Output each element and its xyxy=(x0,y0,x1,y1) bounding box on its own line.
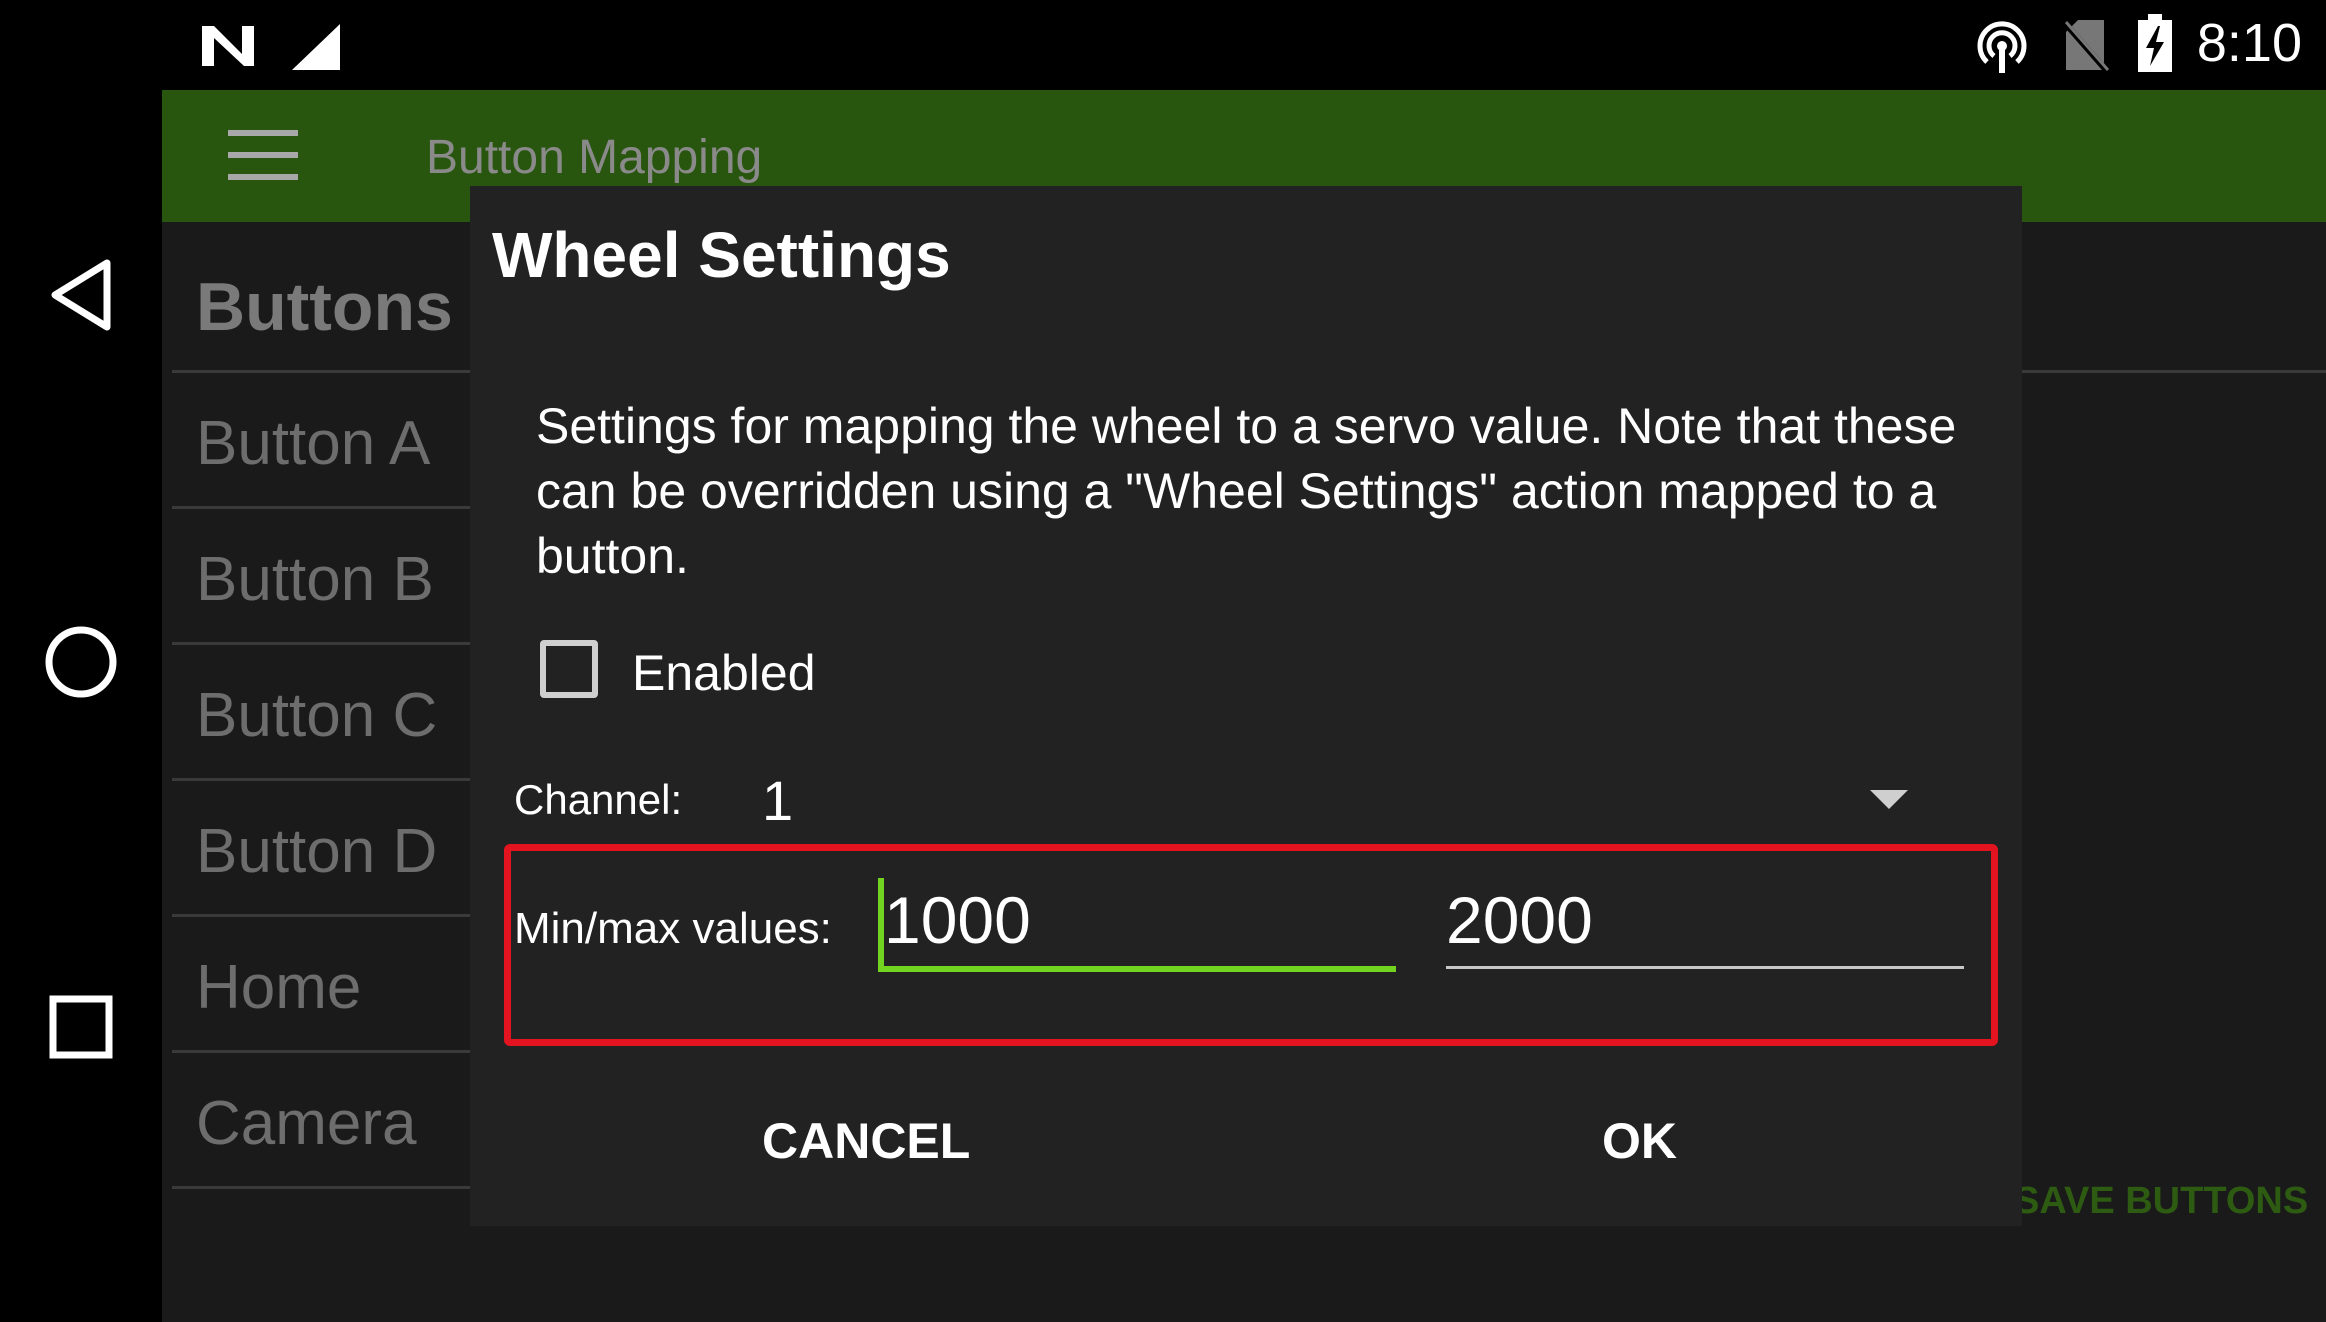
no-sim-icon xyxy=(2061,20,2110,72)
max-value-input[interactable]: 2000 xyxy=(1446,882,1964,969)
back-button[interactable] xyxy=(0,250,162,340)
status-bar: 8:10 xyxy=(162,0,2326,90)
text-cursor xyxy=(878,878,884,968)
app-title: Button Mapping xyxy=(426,131,763,184)
minmax-label: Min/max values: xyxy=(514,904,832,953)
list-header: Buttons xyxy=(196,269,453,345)
enabled-checkbox[interactable] xyxy=(540,640,598,698)
list-item-button-a[interactable]: Button A xyxy=(196,408,430,479)
enabled-label[interactable]: Enabled xyxy=(632,644,816,702)
list-item-camera[interactable]: Camera xyxy=(196,1088,417,1159)
home-button[interactable] xyxy=(0,620,162,704)
wheel-settings-dialog: Wheel Settings Settings for mapping the … xyxy=(470,186,2022,1226)
divider xyxy=(172,1050,492,1053)
cell-signal-icon xyxy=(292,24,340,70)
divider xyxy=(172,1186,492,1189)
list-item-button-d[interactable]: Button D xyxy=(196,816,437,887)
dialog-message: Settings for mapping the wheel to a serv… xyxy=(536,398,1957,584)
home-icon xyxy=(45,626,117,698)
max-value-text: 2000 xyxy=(1446,883,1593,957)
battery-charging-icon xyxy=(2138,14,2172,72)
channel-select[interactable]: 1 xyxy=(762,768,793,833)
recents-icon xyxy=(49,995,113,1059)
divider xyxy=(172,506,492,509)
divider xyxy=(172,914,492,917)
hotspot-icon xyxy=(1977,21,2027,73)
clock: 8:10 xyxy=(2196,13,2302,73)
cancel-button[interactable]: CANCEL xyxy=(762,1112,970,1170)
min-value-text: 1000 xyxy=(884,883,1031,957)
recents-button[interactable] xyxy=(0,990,162,1064)
divider xyxy=(172,778,492,781)
navigation-bar xyxy=(0,0,162,1322)
divider xyxy=(172,642,492,645)
chevron-down-icon[interactable] xyxy=(1870,790,1908,809)
list-item-button-b[interactable]: Button B xyxy=(196,544,434,615)
ok-button[interactable]: OK xyxy=(1602,1112,1677,1170)
list-item-button-c[interactable]: Button C xyxy=(196,680,437,751)
n-notification-icon xyxy=(202,26,254,66)
list-item-home[interactable]: Home xyxy=(196,952,361,1023)
min-value-input[interactable]: 1000 xyxy=(878,882,1396,972)
menu-icon[interactable] xyxy=(228,130,298,182)
channel-label: Channel: xyxy=(514,776,683,823)
dialog-title: Wheel Settings xyxy=(492,219,951,291)
back-icon xyxy=(51,259,111,331)
save-buttons-button[interactable]: SAVE BUTTONS xyxy=(2014,1180,2308,1223)
